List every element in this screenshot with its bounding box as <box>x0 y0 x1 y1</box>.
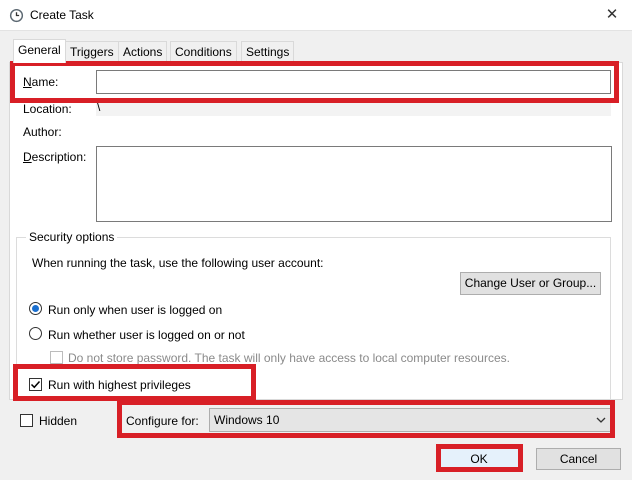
radio-whether-logged-on[interactable] <box>29 327 42 340</box>
tab-conditions[interactable]: Conditions <box>170 41 237 62</box>
hidden-checkbox[interactable] <box>20 414 33 427</box>
tab-settings[interactable]: Settings <box>241 41 295 62</box>
tab-actions[interactable]: Actions <box>118 41 168 62</box>
no-store-password-checkbox[interactable] <box>50 351 63 364</box>
location-label: Location: <box>23 102 72 116</box>
description-field[interactable] <box>96 146 612 222</box>
title-bar <box>0 0 632 31</box>
cancel-button[interactable]: Cancel <box>536 448 621 470</box>
tab-triggers[interactable]: Triggers <box>65 41 119 62</box>
highlight-highest-privileges <box>13 364 256 401</box>
hidden-label[interactable]: Hidden <box>39 414 77 428</box>
account-prompt: When running the task, use the following… <box>32 256 324 270</box>
tab-general[interactable]: General <box>13 39 66 63</box>
change-user-button[interactable]: Change User or Group... <box>460 272 601 295</box>
description-label-text: escription: <box>31 150 87 164</box>
no-store-password-label: Do not store password. The task will onl… <box>68 351 510 365</box>
highlight-configure-for <box>117 400 615 438</box>
radio-logged-on[interactable] <box>29 302 42 315</box>
author-label: Author: <box>23 125 62 139</box>
security-options-title: Security options <box>26 230 118 244</box>
radio-logged-on-label[interactable]: Run only when user is logged on <box>48 303 222 317</box>
clock-icon <box>9 8 24 23</box>
description-label: Description: <box>23 150 87 164</box>
window-title: Create Task <box>30 8 94 22</box>
highlight-name-field <box>10 61 619 103</box>
radio-whether-logged-on-label[interactable]: Run whether user is logged on or not <box>48 328 245 342</box>
highlight-ok-button <box>436 444 523 472</box>
close-icon[interactable]: ✕ <box>596 3 628 27</box>
